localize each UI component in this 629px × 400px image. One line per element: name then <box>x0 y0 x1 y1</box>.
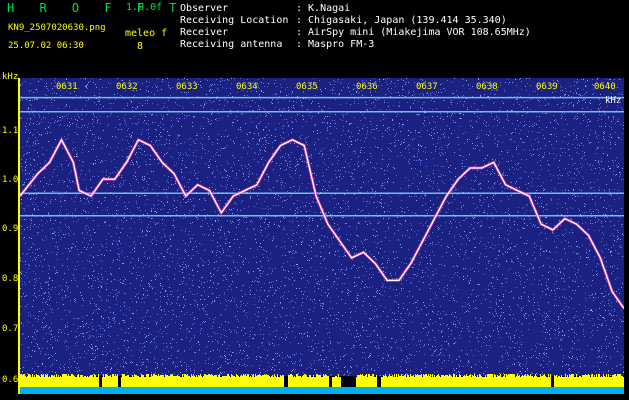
x-tick-label: 0637 <box>416 82 438 92</box>
x-tick-label: 0634 <box>236 82 258 92</box>
observer-label: Observer <box>180 3 229 14</box>
x-tick-label: 0639 <box>536 82 558 92</box>
receiver-label: Receiver <box>180 27 229 38</box>
y-tick-label: 1.1 <box>2 126 19 136</box>
x-tick-label: 0640 <box>594 82 616 92</box>
observer-value: : K.Nagai <box>296 3 351 14</box>
y-axis-unit: kHz <box>2 72 19 82</box>
y-tick-label: 0.7 <box>2 324 19 334</box>
datetime-label: 25.07.02 06:30 <box>8 41 84 51</box>
y-tick-label: 0.9 <box>2 224 19 234</box>
y-tick-label: 0.8 <box>2 274 19 284</box>
x-tick-label: 0631 <box>56 82 78 92</box>
meleo-value: 8 <box>137 41 144 52</box>
x-tick-label: 0633 <box>176 82 198 92</box>
meleo-label: meleo f <box>125 28 168 39</box>
receiver-value: : AirSpy mini (Miakejima VOR 108.65MHz) <box>296 27 531 38</box>
location-label: Receiving Location <box>180 15 289 26</box>
x-tick-label: 0632 <box>116 82 138 92</box>
antenna-value: : Maspro FM-3 <box>296 39 375 50</box>
version-label: 1.0.0f <box>126 2 163 13</box>
x-tick-label: 0635 <box>296 82 318 92</box>
filename-label: KN9_2507020630.png <box>8 23 106 33</box>
y-tick-label: 1.0 <box>2 175 19 185</box>
y-axis-line <box>18 78 20 394</box>
x-tick-label: 0636 <box>356 82 378 92</box>
level-bar-base <box>20 387 624 394</box>
x-tick-label: 0638 <box>476 82 498 92</box>
y-axis-unit-right: kHz <box>605 96 622 106</box>
location-value: : Chigasaki, Japan (139.414 35.340) <box>296 15 507 26</box>
spectrogram-svg <box>20 78 624 394</box>
y-tick-label: 0.6 <box>2 375 19 385</box>
antenna-label: Receiving antenna <box>180 39 283 50</box>
spectrogram-plot <box>20 78 624 394</box>
